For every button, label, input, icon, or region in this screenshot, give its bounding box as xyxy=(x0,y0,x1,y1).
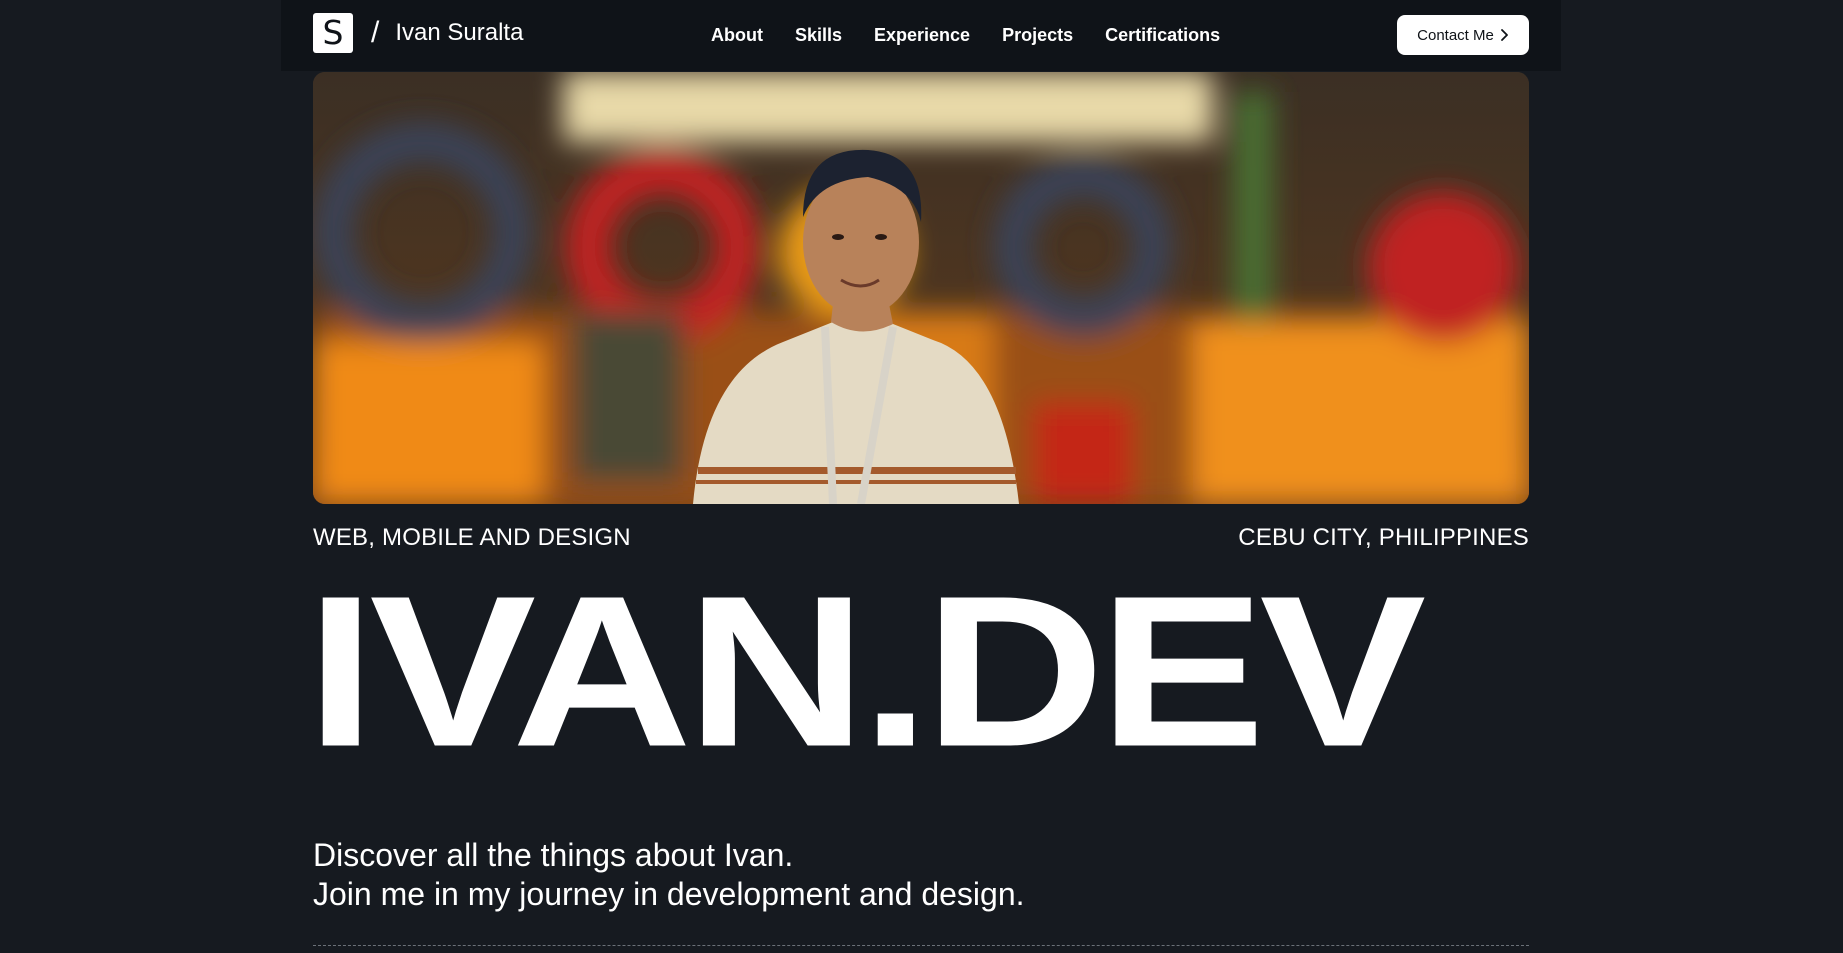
intro-line-2: Join me in my journey in development and… xyxy=(313,876,1025,912)
brand[interactable]: S / Ivan Suralta xyxy=(313,13,523,53)
main-nav: About Skills Experience Projects Certifi… xyxy=(711,0,1220,71)
section-divider xyxy=(313,945,1529,946)
nav-link-certifications[interactable]: Certifications xyxy=(1105,25,1220,46)
nav-link-experience[interactable]: Experience xyxy=(874,25,970,46)
contact-me-label: Contact Me xyxy=(1417,26,1494,44)
nav-link-about[interactable]: About xyxy=(711,25,763,46)
site-header: S / Ivan Suralta About Skills Experience… xyxy=(281,0,1561,71)
brand-separator: / xyxy=(371,16,380,49)
tagline-location: CEBU CITY, PHILIPPINES xyxy=(1238,524,1529,551)
tagline-specialty: WEB, MOBILE AND DESIGN xyxy=(313,524,631,551)
intro-line-1: Discover all the things about Ivan. xyxy=(313,837,794,873)
brand-name[interactable]: Ivan Suralta xyxy=(395,19,523,47)
logo[interactable]: S xyxy=(313,13,353,53)
nav-link-projects[interactable]: Projects xyxy=(1002,25,1073,46)
contact-me-button[interactable]: Contact Me xyxy=(1397,15,1529,55)
hero-title: IVAN.DEV xyxy=(306,551,1426,792)
hero-image xyxy=(313,72,1529,504)
chevron-right-icon xyxy=(1500,29,1508,41)
nav-link-skills[interactable]: Skills xyxy=(795,25,842,46)
intro-text: Discover all the things about Ivan. Join… xyxy=(313,836,1025,914)
page: S / Ivan Suralta About Skills Experience… xyxy=(0,0,1843,953)
hero-photo xyxy=(313,72,1529,504)
